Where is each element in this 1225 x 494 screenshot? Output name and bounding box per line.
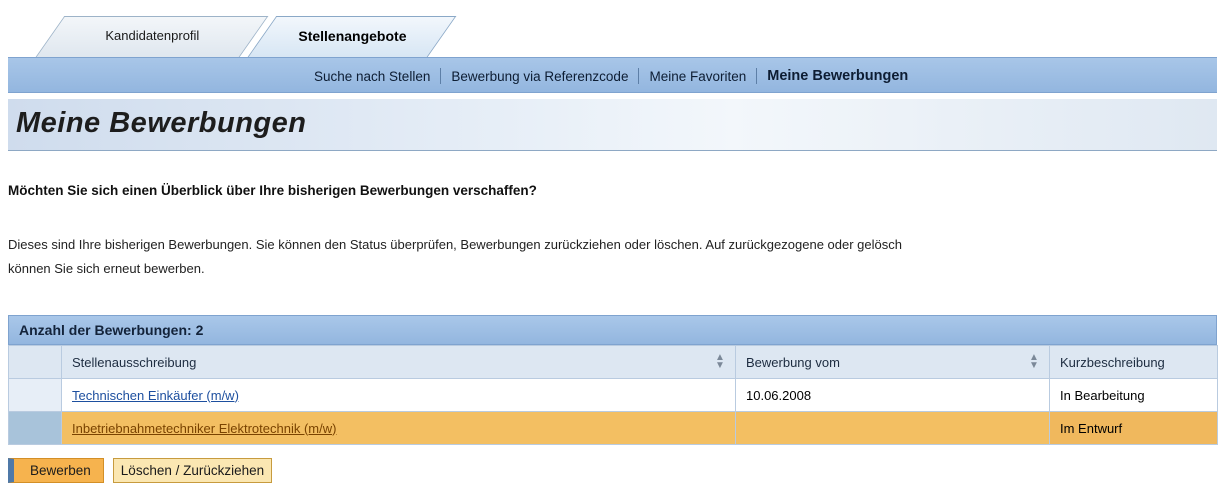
description-line-2: können Sie sich erneut bewerben. xyxy=(8,261,205,276)
sub-navigation: Suche nach Stellen Bewerbung via Referen… xyxy=(8,57,1217,93)
action-buttons: Bewerben Löschen / Zurückziehen xyxy=(8,458,273,483)
sort-icon[interactable]: ▲ ▼ xyxy=(715,353,725,371)
intro-description: Dieses sind Ihre bisherigen Bewerbungen.… xyxy=(8,233,1217,281)
subnav-meine-bewerbungen[interactable]: Meine Bewerbungen xyxy=(757,68,918,84)
cell-status: In Bearbeitung xyxy=(1049,378,1218,412)
subnav-suche-nach-stellen[interactable]: Suche nach Stellen xyxy=(314,69,440,84)
column-header-label: Stellenausschreibung xyxy=(72,354,197,370)
table-row[interactable]: Technischen Einkäufer (m/w) 10.06.2008 I… xyxy=(8,378,1218,412)
cell-position: Technischen Einkäufer (m/w) xyxy=(61,378,736,412)
table-row-selected[interactable]: Inbetriebnahmetechniker Elektrotechnik (… xyxy=(8,411,1218,445)
table-header-row: Stellenausschreibung ▲ ▼ Bewerbung vom ▲ ▼… xyxy=(8,345,1218,379)
column-header-stellenausschreibung[interactable]: Stellenausschreibung ▲ ▼ xyxy=(61,345,736,379)
row-selector[interactable] xyxy=(8,411,62,445)
subnav-bewerbung-via-referenzcode[interactable]: Bewerbung via Referenzcode xyxy=(441,69,638,84)
column-header-label: Bewerbung vom xyxy=(746,354,840,370)
intro-question: Möchten Sie sich einen Überblick über Ih… xyxy=(8,183,537,198)
page-header: Meine Bewerbungen xyxy=(8,99,1217,151)
subnav-meine-favoriten[interactable]: Meine Favoriten xyxy=(639,69,756,84)
cell-status: Im Entwurf xyxy=(1049,411,1218,445)
column-header-label: Kurzbeschreibung xyxy=(1060,354,1165,370)
row-selector[interactable] xyxy=(8,378,62,412)
apply-button[interactable]: Bewerben xyxy=(8,458,104,483)
page-title: Meine Bewerbungen xyxy=(16,107,307,139)
select-all-cell[interactable] xyxy=(8,345,62,379)
tab-label: Stellenangebote xyxy=(298,28,407,44)
tab-kandidatenprofil[interactable]: Kandidatenprofil xyxy=(35,16,269,57)
cell-date: 10.06.2008 xyxy=(735,378,1050,412)
description-line-1: Dieses sind Ihre bisherigen Bewerbungen.… xyxy=(8,237,902,252)
sort-icon[interactable]: ▲ ▼ xyxy=(1029,353,1039,371)
column-header-bewerbung-vom[interactable]: Bewerbung vom ▲ ▼ xyxy=(735,345,1050,379)
tab-strip: Kandidatenprofil Stellenangebote xyxy=(0,0,1225,57)
applications-table: Anzahl der Bewerbungen: 2 Stellenausschr… xyxy=(8,315,1218,445)
tab-label: Kandidatenprofil xyxy=(105,28,200,43)
position-link[interactable]: Inbetriebnahmetechniker Elektrotechnik (… xyxy=(72,421,336,436)
delete-withdraw-button[interactable]: Löschen / Zurückziehen xyxy=(112,458,273,483)
cell-position: Inbetriebnahmetechniker Elektrotechnik (… xyxy=(61,411,736,445)
tab-stellenangebote[interactable]: Stellenangebote xyxy=(247,16,457,57)
column-header-kurzbeschreibung[interactable]: Kurzbeschreibung xyxy=(1049,345,1218,379)
cell-date xyxy=(735,411,1050,445)
table-title: Anzahl der Bewerbungen: 2 xyxy=(8,315,1217,345)
position-link[interactable]: Technischen Einkäufer (m/w) xyxy=(72,388,239,403)
applications-grid: Stellenausschreibung ▲ ▼ Bewerbung vom ▲ ▼… xyxy=(8,345,1218,445)
